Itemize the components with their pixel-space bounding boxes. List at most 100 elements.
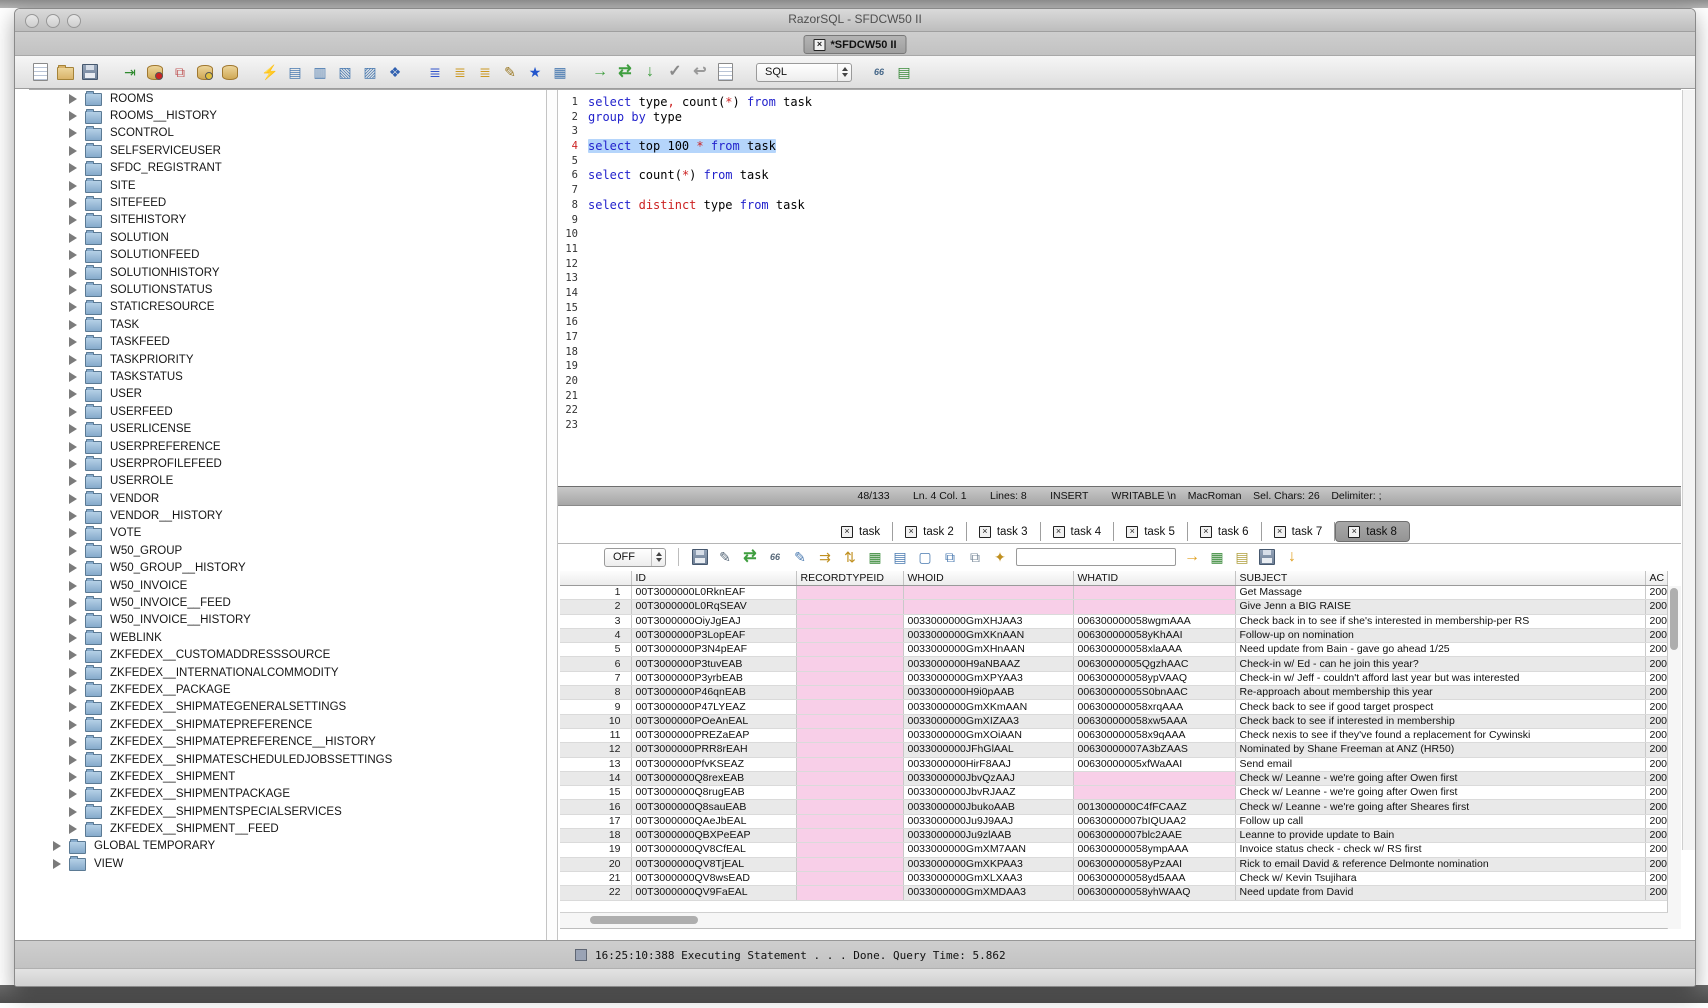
tree-item[interactable]: SCONTROL: [29, 125, 546, 142]
expand-arrow-icon[interactable]: [69, 789, 77, 799]
edit-connection-icon[interactable]: [196, 63, 214, 81]
favorites-star-icon[interactable]: ★: [526, 63, 544, 81]
table-info-icon[interactable]: ▤: [286, 63, 304, 81]
edit-mode-icon[interactable]: ✎: [716, 548, 734, 566]
open-file-icon[interactable]: [56, 63, 74, 81]
new-file-icon[interactable]: [31, 63, 49, 81]
execute-icon[interactable]: →: [591, 63, 609, 81]
select-columns-icon[interactable]: ▤: [891, 548, 909, 566]
expand-arrow-icon[interactable]: [69, 337, 77, 347]
download-icon[interactable]: ↓: [1283, 548, 1301, 566]
form-view-icon[interactable]: ▢: [916, 548, 934, 566]
expand-arrow-icon[interactable]: [69, 598, 77, 608]
sql-mode-select[interactable]: SQL: [756, 63, 852, 82]
expand-arrow-icon[interactable]: [69, 633, 77, 643]
tree-item[interactable]: ZKFEDEX__SHIPMENT__FEED: [29, 820, 546, 837]
table-row[interactable]: 600T3000000P3tuvEAB0033000000H9aNBAAZ006…: [560, 657, 1668, 671]
tree-item[interactable]: GLOBAL TEMPORARY: [29, 838, 546, 855]
table-row[interactable]: 300T3000000OiyJgEAJ0033000000GmXHJAA3006…: [560, 614, 1668, 628]
expand-arrow-icon[interactable]: [69, 563, 77, 573]
tree-item[interactable]: W50_GROUP__HISTORY: [29, 560, 546, 577]
expand-arrow-icon[interactable]: [69, 546, 77, 556]
table-row[interactable]: 500T3000000P3N4pEAF0033000000GmXHnAAN006…: [560, 643, 1668, 657]
tree-item[interactable]: SFDC_REGISTRANT: [29, 160, 546, 177]
expand-arrow-icon[interactable]: [69, 163, 77, 173]
expand-arrow-icon[interactable]: [69, 807, 77, 817]
table-row[interactable]: 1500T3000000Q8rugEAB0033000000JbvRJAAZCh…: [560, 786, 1668, 800]
table-tree[interactable]: ROOMSROOMS__HISTORYSCONTROLSELFSERVICEUS…: [29, 90, 546, 940]
tree-item[interactable]: ZKFEDEX__SHIPMENTSPECIALSERVICES: [29, 803, 546, 820]
column-header-WHATID[interactable]: WHATID: [1073, 571, 1235, 586]
table-row[interactable]: 1700T3000000QAeJbEAL0033000000Ju9J9AAJ00…: [560, 814, 1668, 828]
expand-arrow-icon[interactable]: [69, 302, 77, 312]
expand-arrow-icon[interactable]: [69, 702, 77, 712]
tree-item[interactable]: SOLUTION: [29, 229, 546, 246]
expand-arrow-icon[interactable]: [69, 581, 77, 591]
table-row[interactable]: 1400T3000000Q8rexEAB0033000000JbvQzAAJCh…: [560, 771, 1668, 785]
expand-arrow-icon[interactable]: [69, 198, 77, 208]
list-columns-icon[interactable]: ≣: [426, 63, 444, 81]
tree-item[interactable]: ZKFEDEX__CUSTOMADDRESSSOURCE: [29, 647, 546, 664]
scrollbar-thumb[interactable]: [1670, 588, 1678, 650]
document-tab[interactable]: × *SFDCW50 II: [803, 35, 906, 54]
table-row[interactable]: 400T3000000P3LopEAF0033000000GmXKnAAN006…: [560, 628, 1668, 642]
export-grid-icon[interactable]: ▦: [866, 548, 884, 566]
table-row[interactable]: 1100T3000000PREZaEAP0033000000GmXOiAAN00…: [560, 728, 1668, 742]
tree-item[interactable]: USERPREFERENCE: [29, 438, 546, 455]
expand-arrow-icon[interactable]: [69, 320, 77, 330]
tree-item[interactable]: W50_INVOICE: [29, 577, 546, 594]
tree-item[interactable]: SITE: [29, 177, 546, 194]
scrollbar-thumb[interactable]: [590, 916, 698, 924]
expand-arrow-icon[interactable]: [53, 841, 61, 851]
tree-item[interactable]: SOLUTIONFEED: [29, 247, 546, 264]
close-tab-icon[interactable]: ×: [1200, 526, 1212, 538]
edit-cell-icon[interactable]: ✎: [791, 548, 809, 566]
expand-arrow-icon[interactable]: [69, 459, 77, 469]
tree-item[interactable]: SITEFEED: [29, 194, 546, 211]
table-row[interactable]: 1800T3000000QBXPeEAP0033000000Ju9zlAAB00…: [560, 829, 1668, 843]
table-row[interactable]: 2000T3000000QV8TjEAL0033000000GmXKPAA300…: [560, 857, 1668, 871]
results-tab[interactable]: ×task 3: [967, 522, 1041, 541]
column-header-WHOID[interactable]: WHOID: [903, 571, 1073, 586]
edit-table-icon[interactable]: ▨: [361, 63, 379, 81]
edit-sql-icon[interactable]: ✎: [501, 63, 519, 81]
tree-item[interactable]: WEBLINK: [29, 629, 546, 646]
table-row[interactable]: 200T3000000L0RqSEAVGive Jenn a BIG RAISE…: [560, 600, 1668, 614]
notes-icon[interactable]: ▤: [1233, 548, 1251, 566]
copy-icon[interactable]: ⧉: [941, 548, 959, 566]
expand-arrow-icon[interactable]: [69, 650, 77, 660]
tree-item[interactable]: TASK: [29, 316, 546, 333]
expand-arrow-icon[interactable]: [69, 355, 77, 365]
sort-icon[interactable]: ⇅: [841, 548, 859, 566]
expand-arrow-icon[interactable]: [69, 128, 77, 138]
tree-item[interactable]: TASKFEED: [29, 333, 546, 350]
tree-item[interactable]: USERLICENSE: [29, 420, 546, 437]
insert-row-icon[interactable]: ⇉: [816, 548, 834, 566]
tree-item[interactable]: ZKFEDEX__SHIPMENT: [29, 768, 546, 785]
table-row[interactable]: 1300T3000000PfvKSEAZ0033000000HirF8AAJ00…: [560, 757, 1668, 771]
tree-item[interactable]: USER: [29, 386, 546, 403]
table-row[interactable]: 1900T3000000QV8CfEAL0033000000GmXM7AAN00…: [560, 843, 1668, 857]
favorite-table-icon[interactable]: ▦: [551, 63, 569, 81]
find-replace-icon[interactable]: 66: [870, 63, 888, 81]
close-tab-icon[interactable]: ×: [1053, 526, 1065, 538]
expand-arrow-icon[interactable]: [69, 720, 77, 730]
column-header-rownum[interactable]: [560, 571, 631, 586]
tree-item[interactable]: TASKSTATUS: [29, 368, 546, 385]
tree-item[interactable]: SOLUTIONSTATUS: [29, 281, 546, 298]
expand-arrow-icon[interactable]: [69, 215, 77, 225]
tree-item[interactable]: W50_INVOICE__FEED: [29, 594, 546, 611]
schema-browser-icon[interactable]: ❖: [386, 63, 404, 81]
commit-icon[interactable]: ✓: [666, 63, 684, 81]
table-row[interactable]: 700T3000000P3yrbEAB0033000000GmXPYAA3006…: [560, 671, 1668, 685]
results-tab[interactable]: ×task 4: [1041, 522, 1115, 541]
results-tab[interactable]: ×task 5: [1114, 522, 1188, 541]
expand-arrow-icon[interactable]: [69, 755, 77, 765]
table-row[interactable]: 900T3000000P47LYEAZ0033000000GmXKmAAN006…: [560, 700, 1668, 714]
close-tab-icon[interactable]: ×: [1274, 526, 1286, 538]
save-grid-icon[interactable]: [1258, 548, 1276, 566]
grid-horizontal-scrollbar[interactable]: [560, 912, 1668, 928]
close-tab-icon[interactable]: ×: [979, 526, 991, 538]
execute-refresh-icon[interactable]: ⇄: [616, 63, 634, 81]
save-file-icon[interactable]: [81, 63, 99, 81]
